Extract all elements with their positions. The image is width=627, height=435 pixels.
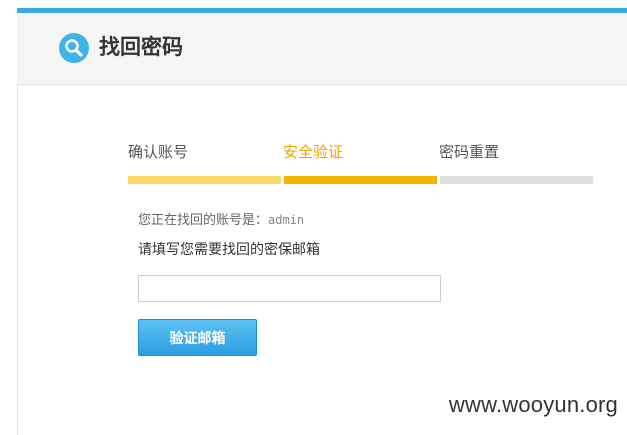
left-divider (17, 84, 18, 435)
verify-email-button[interactable]: 验证邮箱 (138, 319, 257, 356)
step-bar-reset-password (440, 176, 593, 184)
email-prompt: 请填写您需要找回的密保邮箱 (138, 242, 320, 258)
email-field[interactable] (138, 275, 441, 302)
search-icon (59, 33, 89, 63)
account-info: 您正在找回的账号是：admin (138, 208, 304, 233)
step-label-security-verification: 安全验证 (283, 143, 344, 161)
page-header: 找回密码 (17, 13, 627, 85)
step-bar-security-verification (284, 176, 437, 184)
watermark: www.wooyun.org (448, 392, 618, 417)
account-name: admin (268, 213, 305, 227)
account-info-prefix: 您正在找回的账号是： (138, 213, 269, 228)
step-label-reset-password: 密码重置 (439, 143, 500, 161)
step-bar-confirm-account (128, 176, 281, 184)
step-progress: 确认账号 安全验证 密码重置 (128, 140, 593, 190)
page-title: 找回密码 (99, 35, 183, 59)
step-label-confirm-account: 确认账号 (128, 143, 189, 161)
